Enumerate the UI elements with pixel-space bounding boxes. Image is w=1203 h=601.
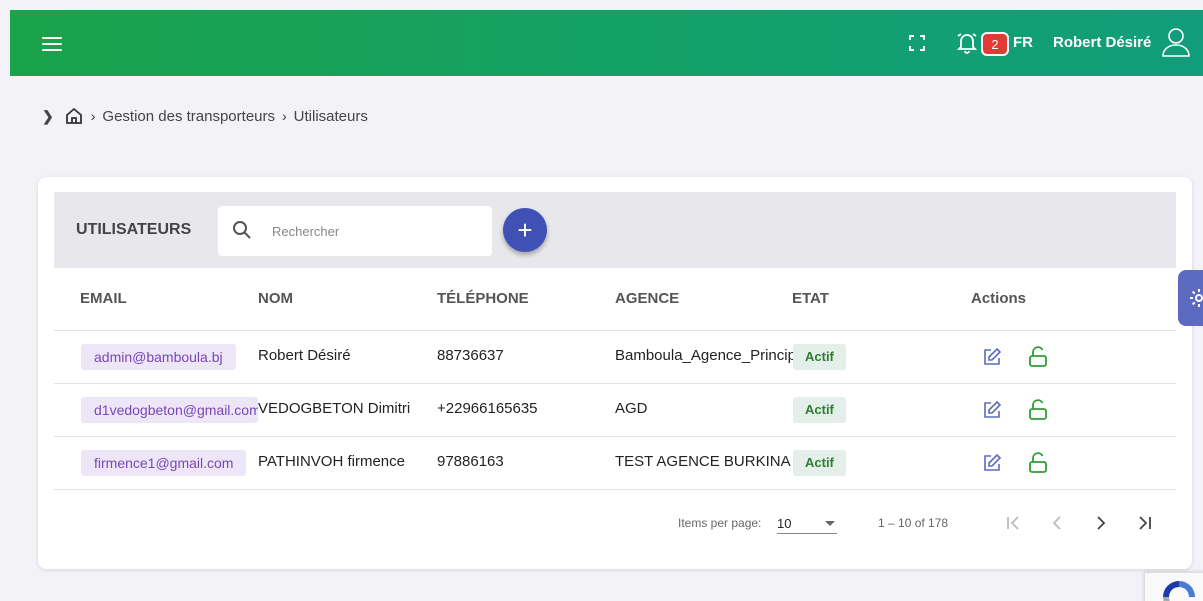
next-page-icon[interactable] [1088,510,1114,536]
breadcrumb-item-utilisateurs: Utilisateurs [293,107,368,125]
unlock-icon[interactable] [1028,346,1048,368]
nom-cell: PATHINVOH firmence [258,453,405,470]
user-icon[interactable] [1161,26,1191,58]
card-title: UTILISATEURS [76,221,192,238]
table-header: EMAIL NOM TÉLÉPHONE AGENCE ETAT Actions [54,268,1176,331]
home-icon[interactable] [64,106,84,126]
notification-badge[interactable]: 2 [981,32,1009,56]
breadcrumb-item-transporteurs[interactable]: Gestion des transporteurs [102,108,275,125]
table-row: firmence1@gmail.com PATHINVOH firmence 9… [54,437,1176,490]
search-input[interactable] [272,218,482,244]
column-header-nom[interactable]: NOM [258,290,293,307]
telephone-cell: 97886163 [437,453,504,470]
top-bar: 2 FR Robert Désiré [10,10,1203,76]
breadcrumb: ❯ › Gestion des transporteurs › Utilisat… [42,106,368,126]
table-row: admin@bamboula.bj Robert Désiré 88736637… [54,331,1176,384]
column-header-email[interactable]: EMAIL [80,290,127,307]
users-table: EMAIL NOM TÉLÉPHONE AGENCE ETAT Actions … [54,268,1176,490]
last-page-icon[interactable] [1132,510,1158,536]
unlock-icon[interactable] [1028,399,1048,421]
paginator: Items per page: 10 1 – 10 of 178 [38,506,1192,542]
chevron-down-icon [825,521,835,526]
agence-cell: AGD [615,400,648,417]
column-header-agence[interactable]: AGENCE [615,290,679,307]
gear-icon [1190,289,1203,307]
breadcrumb-separator: › [282,108,287,124]
items-per-page-value: 10 [777,516,792,531]
search-icon [233,221,251,239]
column-header-actions: Actions [971,290,1027,307]
settings-tab[interactable] [1178,270,1203,326]
column-header-telephone[interactable]: TÉLÉPHONE [437,290,529,307]
users-card: UTILISATEURS + EMAIL NOM TÉLÉPHONE AGENC… [38,177,1192,569]
recaptcha-badge[interactable] [1144,572,1203,601]
breadcrumb-separator: › [90,108,96,124]
email-cell[interactable]: firmence1@gmail.com [81,450,247,476]
email-cell[interactable]: d1vedogbeton@gmail.com [81,397,258,423]
email-cell[interactable]: admin@bamboula.bj [81,344,236,370]
agence-cell: Bamboula_Agence_Principale [615,347,793,364]
recaptcha-icon [1163,581,1195,601]
telephone-cell: +22966165635 [437,400,538,417]
prev-page-icon[interactable] [1044,510,1070,536]
status-badge: Actif [793,397,846,423]
telephone-cell: 88736637 [437,347,504,364]
status-badge: Actif [793,344,846,370]
user-name[interactable]: Robert Désiré [1053,34,1151,51]
nom-cell: VEDOGBETON Dimitri [258,400,411,417]
add-user-button[interactable]: + [503,208,547,252]
breadcrumb-toggle-icon[interactable]: ❯ [42,108,54,125]
unlock-icon[interactable] [1028,452,1048,474]
column-header-etat[interactable]: ETAT [792,290,829,307]
status-badge: Actif [793,450,846,476]
items-per-page-select[interactable]: 10 [777,512,837,534]
edit-icon[interactable] [982,453,1002,473]
edit-icon[interactable] [982,400,1002,420]
first-page-icon[interactable] [1000,510,1026,536]
agence-cell: TEST AGENCE BURKINA [615,453,791,470]
edit-icon[interactable] [982,347,1002,367]
page-range-label: 1 – 10 of 178 [878,516,949,530]
bell-icon[interactable] [954,30,980,56]
items-per-page-label: Items per page: [678,516,762,530]
card-header: UTILISATEURS + [54,192,1176,268]
fullscreen-icon[interactable] [908,34,926,52]
search-box [218,206,492,256]
menu-icon[interactable] [40,33,64,53]
language-selector[interactable]: FR [1013,34,1033,51]
nom-cell: Robert Désiré [258,347,351,364]
table-row: d1vedogbeton@gmail.com VEDOGBETON Dimitr… [54,384,1176,437]
